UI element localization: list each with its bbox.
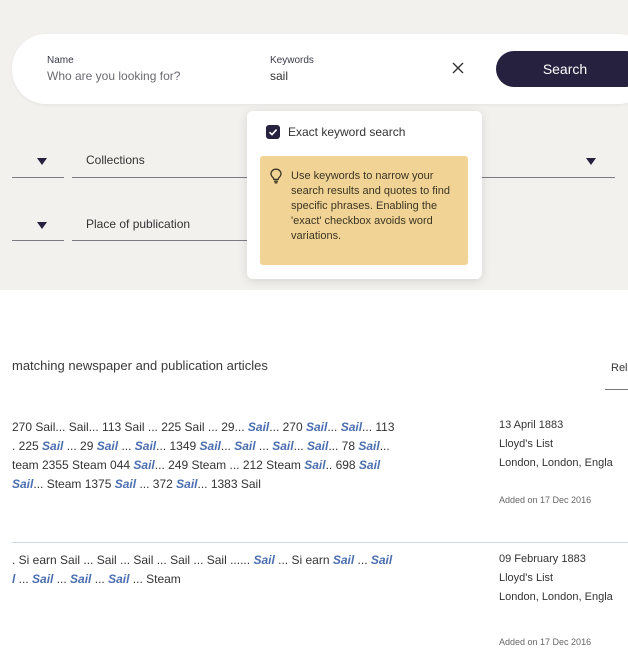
result-added-date: Added on 17 Dec 2016: [499, 495, 592, 505]
keywords-label: Keywords: [270, 55, 314, 66]
divider: [12, 240, 64, 241]
place-of-publication-filter[interactable]: Place of publication: [86, 217, 190, 231]
keywords-input[interactable]: sail: [270, 69, 314, 83]
sort-dropdown[interactable]: Rel: [611, 362, 628, 374]
result-snippet[interactable]: . Si earn Sail ... Sail ... Sail ... Sai…: [12, 551, 482, 589]
snippet-line: . Si earn Sail ... Sail ... Sail ... Sai…: [12, 553, 393, 567]
keyword-tip: Use keywords to narrow your search resul…: [260, 156, 468, 265]
result-added-date: Added on 17 Dec 2016: [499, 637, 592, 647]
snippet-line: 270 Sail... Sail... 113 Sail ... 225 Sai…: [12, 420, 395, 434]
snippet-line: Sail... Steam 1375 Sail ... 372 Sail... …: [12, 477, 261, 491]
clear-keywords-button[interactable]: [448, 58, 468, 78]
name-field[interactable]: Name Who are you looking for?: [47, 55, 180, 83]
keyword-options-popup: Exact keyword search Use keywords to nar…: [247, 111, 482, 279]
exact-keyword-label: Exact keyword search: [288, 125, 406, 139]
result-meta: 09 February 1883 Lloyd's List London, Lo…: [499, 550, 613, 648]
chevron-down-icon[interactable]: [586, 158, 596, 165]
result-date: 09 February 1883: [499, 553, 586, 565]
result-publication[interactable]: Lloyd's List: [499, 569, 613, 588]
check-icon: [268, 129, 278, 136]
lightbulb-icon: [270, 168, 282, 184]
snippet-line: . 225 Sail ... 29 Sail ... Sail... 1349 …: [12, 439, 390, 453]
collections-filter[interactable]: Collections: [86, 153, 145, 167]
result-meta: 13 April 1883 Lloyd's List London, Londo…: [499, 416, 613, 510]
search-button[interactable]: Search: [496, 51, 628, 87]
divider: [12, 542, 628, 543]
result-publication[interactable]: Lloyd's List: [499, 435, 613, 454]
divider: [12, 177, 64, 178]
name-label: Name: [47, 55, 74, 66]
result-place: London, London, Engla: [499, 591, 613, 603]
exact-checkbox[interactable]: [266, 125, 280, 139]
tip-text: Use keywords to narrow your search resul…: [291, 170, 450, 242]
result-date: 13 April 1883: [499, 419, 564, 431]
snippet-line: l ... Sail ... Sail ... Sail ... Steam: [12, 572, 181, 586]
search-bar: Name Who are you looking for? Keywords s…: [12, 34, 628, 104]
divider: [605, 389, 628, 390]
close-icon: [452, 62, 464, 74]
exact-keyword-option[interactable]: Exact keyword search: [266, 125, 405, 139]
keywords-field[interactable]: Keywords sail: [270, 55, 314, 83]
place-underline: [72, 240, 248, 241]
name-input[interactable]: Who are you looking for?: [47, 69, 180, 83]
results-header: matching newspaper and publication artic…: [12, 358, 268, 373]
result-place: London, London, Engla: [499, 457, 613, 469]
chevron-down-icon[interactable]: [37, 158, 47, 165]
chevron-down-icon[interactable]: [37, 222, 47, 229]
result-snippet[interactable]: 270 Sail... Sail... 113 Sail ... 225 Sai…: [12, 418, 482, 494]
divider: [481, 177, 615, 178]
collections-underline: [72, 177, 248, 178]
snippet-line: team 2355 Steam 044 Sail... 249 Steam ..…: [12, 458, 381, 472]
